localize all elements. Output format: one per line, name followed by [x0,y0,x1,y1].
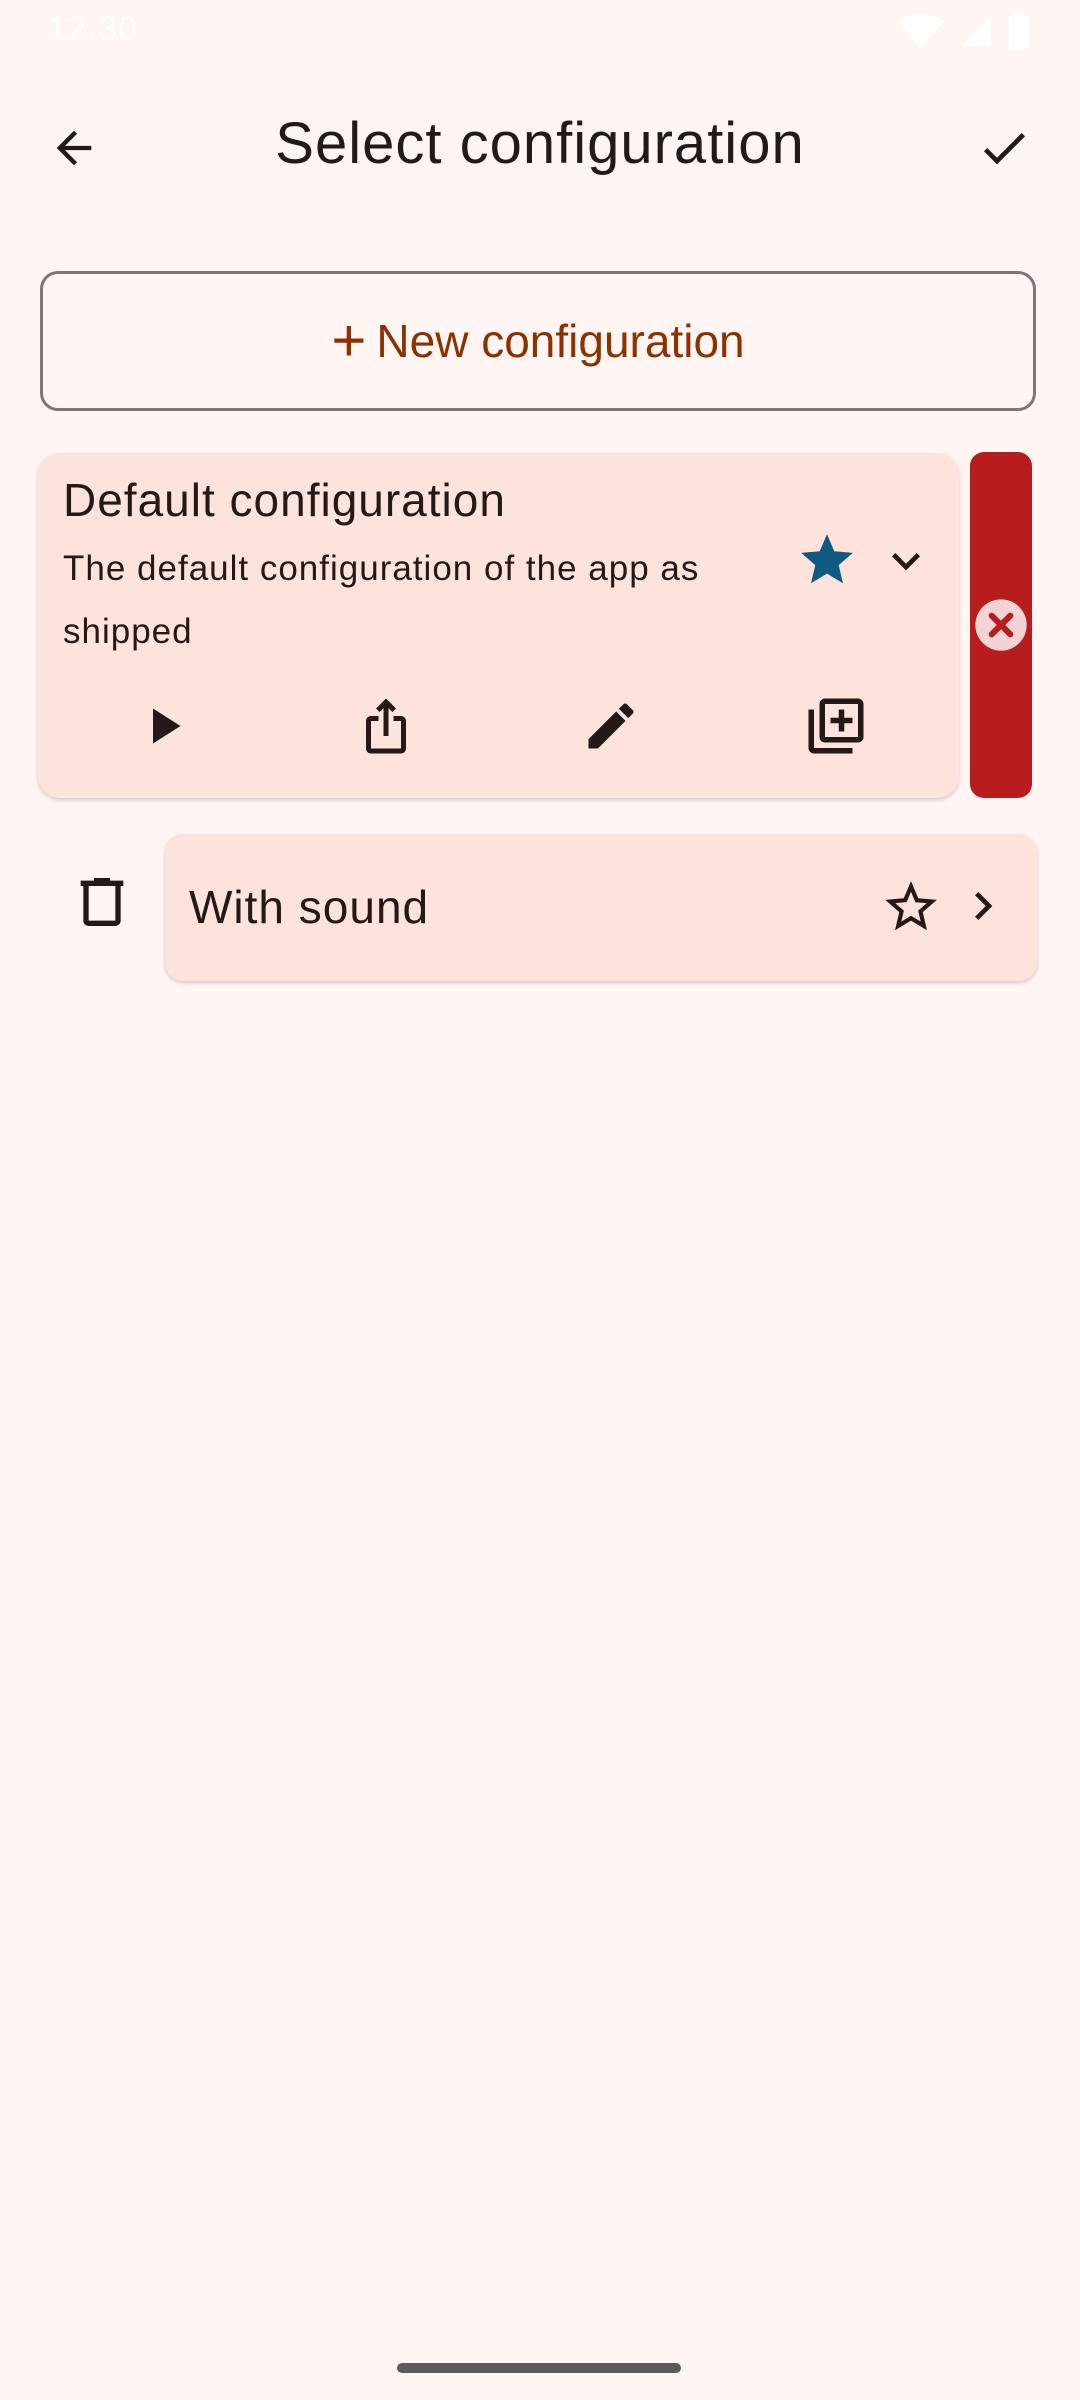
signal-icon [961,16,991,46]
edit-button[interactable] [566,681,656,771]
share-icon [366,698,406,754]
status-time: 12:30 [48,10,139,48]
status-icons [898,12,1030,50]
cancel-icon [975,599,1027,651]
chevron-down-icon[interactable] [878,533,934,589]
play-button[interactable] [118,681,208,771]
new-configuration-button[interactable]: + New configuration [40,271,1036,411]
delete-strip[interactable] [970,452,1032,798]
config-title: Default configuration [63,474,506,526]
trash-icon[interactable] [70,870,134,934]
share-button[interactable] [341,681,431,771]
star-filled-icon[interactable] [796,529,858,591]
home-indicator[interactable] [397,2363,681,2373]
new-configuration-label: New configuration [376,315,745,367]
config-card-default[interactable]: Default configuration The default config… [38,453,959,798]
config-title: With sound [189,881,430,933]
edit-icon [588,703,634,749]
config-description: The default configuration of the app as … [63,549,700,651]
check-icon [983,133,1025,165]
config-actions [38,681,959,777]
add-icon: + [331,307,367,374]
page-title: Select configuration [275,111,805,176]
chevron-right-icon[interactable] [955,878,1011,934]
wifi-icon [898,13,944,49]
star-outline-icon[interactable] [880,876,942,938]
config-card-with-sound[interactable]: With sound [165,834,1037,981]
play-icon [153,708,181,744]
confirm-button[interactable] [956,100,1052,196]
battery-icon [1008,12,1030,50]
status-bar: 12:30 [0,0,1080,64]
duplicate-button[interactable] [791,681,881,771]
duplicate-icon [808,698,864,754]
